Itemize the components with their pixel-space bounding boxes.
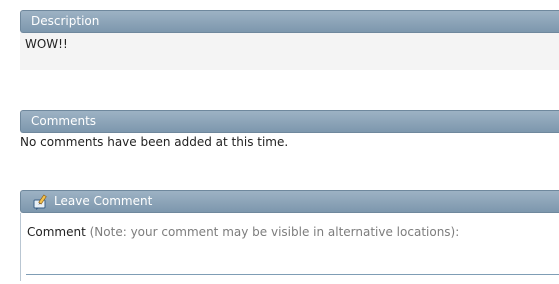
leave-comment-title: Leave Comment [54, 194, 153, 208]
leave-comment-section: Leave Comment Comment (Note: your commen… [20, 190, 559, 281]
comment-pen-icon [33, 194, 49, 210]
description-header: Description [20, 10, 559, 33]
comments-section: Comments [20, 110, 559, 133]
comment-field-label: Comment (Note: your comment may be visib… [27, 225, 459, 239]
comment-label-text: Comment [27, 225, 86, 239]
comment-note: (Note: your comment may be visible in al… [89, 225, 460, 239]
description-section: Description WOW!! [20, 10, 559, 70]
no-comments-message: No comments have been added at this time… [20, 135, 289, 149]
comments-title: Comments [31, 114, 97, 128]
description-text: WOW!! [25, 37, 68, 51]
description-body: WOW!! [20, 33, 559, 70]
description-title: Description [31, 14, 100, 28]
leave-comment-body: Comment (Note: your comment may be visib… [20, 213, 559, 281]
comment-textarea[interactable] [26, 274, 559, 284]
comments-header: Comments [20, 110, 559, 133]
leave-comment-header: Leave Comment [20, 190, 559, 213]
